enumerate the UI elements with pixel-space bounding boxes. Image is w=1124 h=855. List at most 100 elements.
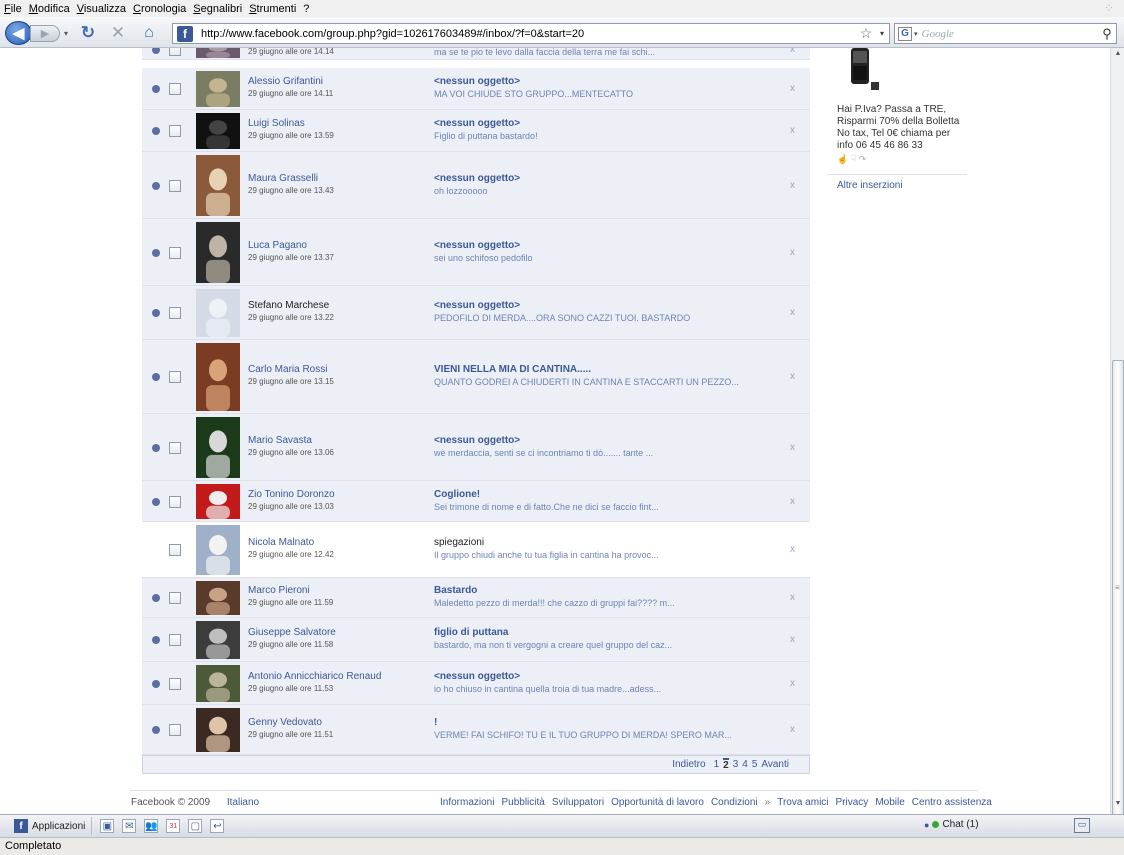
forward-button[interactable]: ▶ xyxy=(30,25,60,42)
message-row[interactable]: 29 giugno alle ore 14.14 ma se te pio te … xyxy=(142,48,810,60)
message-checkbox[interactable] xyxy=(169,179,181,192)
delete-message-icon[interactable]: x xyxy=(790,125,795,136)
reload-button[interactable]: ↻ xyxy=(78,23,98,42)
sender-name[interactable]: Nicola Malnato xyxy=(248,537,314,548)
unread-dot-icon[interactable] xyxy=(152,373,160,381)
menu-segnalibri[interactable]: Segnalibri xyxy=(193,3,242,15)
unread-dot-icon[interactable] xyxy=(152,85,160,93)
sender-avatar[interactable] xyxy=(196,113,240,149)
unread-dot-icon[interactable] xyxy=(152,594,160,602)
delete-message-icon[interactable]: x xyxy=(790,371,795,382)
sender-name[interactable]: Genny Vedovato xyxy=(248,717,322,728)
message-subject[interactable]: <nessun oggetto> xyxy=(434,76,520,87)
message-preview[interactable]: Il gruppo chiudi anche tu tua figlia in … xyxy=(434,550,659,560)
message-preview[interactable]: Sei trimone di nome e di fatto.Che ne di… xyxy=(434,502,659,512)
message-row[interactable]: Nicola Malnato 29 giugno alle ore 12.42 sp… xyxy=(142,522,810,578)
message-row[interactable]: Marco Pieroni 29 giugno alle ore 11.59 Bas… xyxy=(142,578,810,618)
sender-name[interactable]: Zio Tonino Doronzo xyxy=(248,489,335,500)
message-preview[interactable]: oh lozzooooo xyxy=(434,186,488,196)
unread-dot-icon[interactable] xyxy=(152,181,160,190)
history-dropdown[interactable]: ▾ xyxy=(62,26,70,40)
language-link[interactable]: Italiano xyxy=(227,797,259,808)
home-button[interactable]: ⌂ xyxy=(138,24,160,42)
message-checkbox[interactable] xyxy=(169,724,181,736)
message-row[interactable]: Genny Vedovato 29 giugno alle ore 11.51! V… xyxy=(142,705,810,755)
sender-name[interactable]: Antonio Annicchiarico Renaud xyxy=(248,671,381,682)
delete-message-icon[interactable]: x xyxy=(790,307,795,318)
menu-cronologia[interactable]: Cronologia xyxy=(133,3,186,15)
google-engine-icon[interactable]: G xyxy=(898,26,912,41)
sender-avatar[interactable] xyxy=(196,155,240,216)
unread-dot-icon[interactable] xyxy=(152,248,160,257)
delete-message-icon[interactable]: x xyxy=(790,544,795,555)
sender-name[interactable]: Luigi Solinas xyxy=(248,118,305,129)
message-subject[interactable]: <nessun oggetto> xyxy=(434,173,520,184)
message-preview[interactable]: bastardo, ma non ti vergogni a creare qu… xyxy=(434,640,672,650)
unread-dot-icon[interactable] xyxy=(152,309,160,317)
message-row[interactable]: Luca Pagano 29 giugno alle ore 13.37 <ness… xyxy=(142,219,810,286)
sender-avatar[interactable] xyxy=(196,48,240,58)
sender-name[interactable]: Alessio Grifantini xyxy=(248,76,323,87)
message-subject[interactable]: ! xyxy=(434,717,437,728)
sender-avatar[interactable] xyxy=(196,525,240,575)
messages-icon[interactable]: ✉ xyxy=(122,819,137,833)
url-text[interactable]: http://www.facebook.com/group.php?gid=10… xyxy=(201,28,857,40)
message-row[interactable]: Maura Grasselli 29 giugno alle ore 13.43 <… xyxy=(142,152,810,219)
sender-name[interactable]: Carlo Maria Rossi xyxy=(248,364,327,375)
sender-name[interactable]: Luca Pagano xyxy=(248,240,307,251)
message-checkbox[interactable] xyxy=(169,677,181,690)
menu-modifica[interactable]: Modifica xyxy=(29,3,70,15)
sender-name[interactable]: Mario Savasta xyxy=(248,435,312,446)
sender-avatar[interactable] xyxy=(196,665,240,702)
delete-message-icon[interactable]: x xyxy=(790,48,795,55)
message-subject[interactable]: spiegazioni xyxy=(434,537,484,548)
page-link-3[interactable]: 3 xyxy=(733,759,739,770)
message-preview[interactable]: wè merdaccia, senti se ci incontriamo ti… xyxy=(434,448,653,458)
message-subject[interactable]: <nessun oggetto> xyxy=(434,435,520,446)
search-input[interactable]: Google xyxy=(922,28,1098,40)
sender-avatar[interactable] xyxy=(196,343,240,411)
sender-avatar[interactable] xyxy=(196,708,240,752)
sender-name[interactable]: Maura Grasselli xyxy=(248,173,318,184)
message-subject[interactable]: figlio di puttana xyxy=(434,627,508,638)
ad-text[interactable]: Hai P.Iva? Passa a TRE, Risparmi 70% del… xyxy=(837,104,967,152)
message-preview[interactable]: sei uno schifoso pedofilo xyxy=(434,253,533,263)
message-row[interactable]: Carlo Maria Rossi 29 giugno alle ore 13.1… xyxy=(142,340,810,414)
message-row[interactable]: Giuseppe Salvatore 29 giugno alle ore 11.… xyxy=(142,618,810,662)
footer-link[interactable]: Pubblicità xyxy=(501,797,544,808)
share-icon[interactable]: ↩ xyxy=(210,819,225,833)
message-row[interactable]: Zio Tonino Doronzo 29 giugno alle ore 13.… xyxy=(142,481,810,522)
sender-avatar[interactable] xyxy=(196,417,240,478)
footer-link[interactable]: Centro assistenza xyxy=(912,797,992,808)
footer-link[interactable]: Mobile xyxy=(875,797,904,808)
calendar-icon[interactable]: 31 xyxy=(166,819,181,833)
message-checkbox[interactable] xyxy=(169,307,181,319)
delete-message-icon[interactable]: x xyxy=(790,592,795,603)
message-row[interactable]: Mario Savasta 29 giugno alle ore 13.06 <ne… xyxy=(142,414,810,481)
message-row[interactable]: Stefano Marchese 29 giugno alle ore 13.22… xyxy=(142,286,810,340)
monitor-icon[interactable]: ▭ xyxy=(1074,818,1090,833)
pager-prev-link[interactable]: Indietro xyxy=(672,759,705,770)
message-subject[interactable]: <nessun oggetto> xyxy=(434,671,520,682)
unread-dot-icon[interactable] xyxy=(152,636,160,644)
search-box[interactable]: G ▾ Google ⚲ xyxy=(894,23,1117,44)
scroll-up-icon[interactable]: ▲ xyxy=(1112,50,1124,62)
delete-message-icon[interactable]: x xyxy=(790,442,795,453)
message-subject[interactable]: Coglione! xyxy=(434,489,480,500)
footer-link[interactable]: Trova amici xyxy=(777,797,828,808)
stop-button[interactable]: ✕ xyxy=(108,23,128,42)
message-preview[interactable]: io ho chiuso in cantina quella troia di … xyxy=(434,684,661,694)
unread-dot-icon[interactable] xyxy=(152,443,160,452)
sender-avatar[interactable] xyxy=(196,581,240,615)
sender-name[interactable]: Stefano Marchese xyxy=(248,300,329,311)
message-checkbox[interactable] xyxy=(169,125,181,137)
delete-message-icon[interactable]: x xyxy=(790,83,795,94)
footer-link[interactable]: Condizioni xyxy=(711,797,758,808)
address-bar[interactable]: f http://www.facebook.com/group.php?gid=… xyxy=(172,23,890,44)
engine-dropdown-icon[interactable]: ▾ xyxy=(914,30,918,38)
footer-link[interactable]: Opportunità di lavoro xyxy=(611,797,704,808)
notifications-icon[interactable]: ▣ xyxy=(100,819,115,833)
unread-dot-icon[interactable] xyxy=(152,497,160,506)
message-preview[interactable]: Figlio di puttana bastardo! xyxy=(434,131,538,141)
message-checkbox[interactable] xyxy=(169,83,181,95)
